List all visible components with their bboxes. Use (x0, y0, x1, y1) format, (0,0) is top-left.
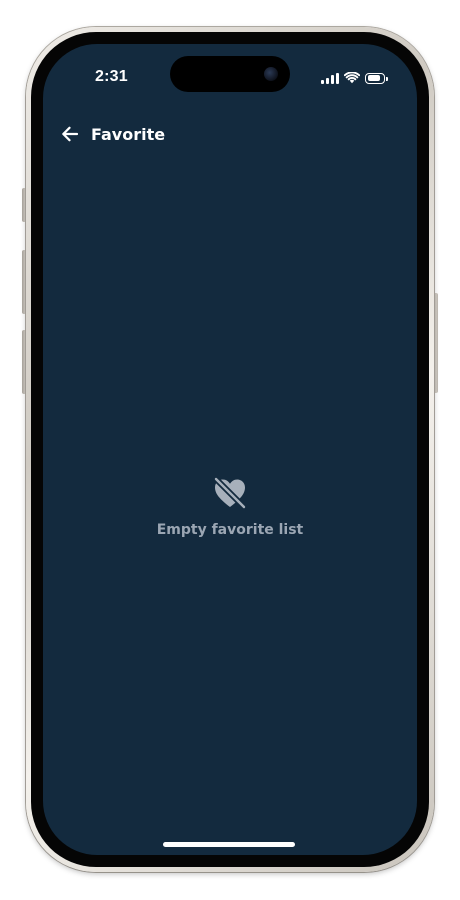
phone-frame: 2:31 Favorite Empty favorite list (26, 27, 434, 872)
app-header: Favorite (59, 119, 165, 149)
front-camera (264, 67, 278, 81)
home-indicator[interactable] (163, 842, 295, 847)
app-screen: 2:31 Favorite Empty favorite list (43, 44, 417, 855)
page: 2:31 Favorite Empty favorite list (0, 0, 460, 900)
heart-off-icon (214, 477, 246, 509)
battery-fill (367, 75, 380, 81)
back-button[interactable] (59, 123, 81, 145)
phone-bezel: 2:31 Favorite Empty favorite list (31, 32, 429, 867)
battery-icon (365, 72, 388, 84)
wifi-icon (344, 72, 360, 84)
arrow-left-icon (62, 126, 79, 142)
dynamic-island (170, 56, 290, 92)
status-icons (321, 71, 388, 85)
signal-bars-icon (321, 72, 339, 84)
page-title: Favorite (91, 124, 166, 144)
empty-state: Empty favorite list (43, 476, 417, 538)
status-time: 2:31 (95, 68, 128, 85)
empty-message: Empty favorite list (156, 522, 304, 538)
